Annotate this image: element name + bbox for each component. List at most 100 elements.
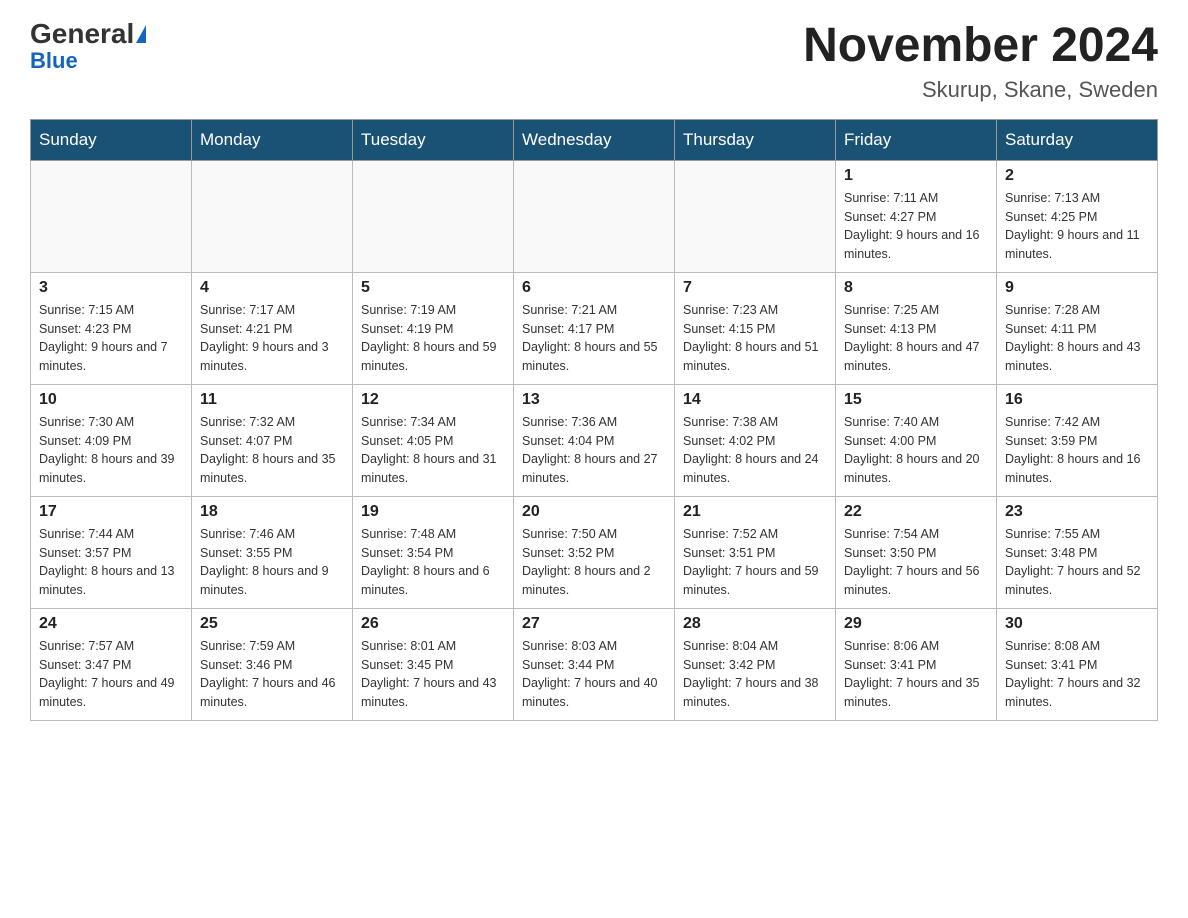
day-number: 20 [522, 503, 666, 521]
day-info: Sunrise: 8:04 AMSunset: 3:42 PMDaylight:… [683, 637, 827, 712]
logo: General Blue [30, 20, 146, 74]
day-number: 16 [1005, 391, 1149, 409]
day-number: 19 [361, 503, 505, 521]
calendar-cell [675, 160, 836, 272]
day-info: Sunrise: 7:59 AMSunset: 3:46 PMDaylight:… [200, 637, 344, 712]
calendar-cell: 19Sunrise: 7:48 AMSunset: 3:54 PMDayligh… [353, 496, 514, 608]
day-number: 2 [1005, 167, 1149, 185]
logo-blue-text: Blue [30, 48, 78, 73]
day-info: Sunrise: 7:46 AMSunset: 3:55 PMDaylight:… [200, 525, 344, 600]
day-info: Sunrise: 7:57 AMSunset: 3:47 PMDaylight:… [39, 637, 183, 712]
week-row-1: 1 Sunrise: 7:11 AMSunset: 4:27 PMDaylight… [31, 160, 1158, 272]
day-number: 4 [200, 279, 344, 297]
calendar-cell: 17 Sunrise: 7:44 AMSunset: 3:57 PMDayligh… [31, 496, 192, 608]
calendar-cell: 23Sunrise: 7:55 AMSunset: 3:48 PMDayligh… [997, 496, 1158, 608]
day-info: Sunrise: 8:01 AMSunset: 3:45 PMDaylight:… [361, 637, 505, 712]
day-number: 10 [39, 391, 183, 409]
calendar-cell: 25 Sunrise: 7:59 AMSunset: 3:46 PMDayligh… [192, 608, 353, 720]
day-info: Sunrise: 7:44 AMSunset: 3:57 PMDaylight:… [39, 525, 183, 600]
day-number: 27 [522, 615, 666, 633]
calendar-title: November 2024 [803, 20, 1158, 73]
day-number: 9 [1005, 279, 1149, 297]
day-info: Sunrise: 8:03 AMSunset: 3:44 PMDaylight:… [522, 637, 666, 712]
calendar-cell: 26 Sunrise: 8:01 AMSunset: 3:45 PMDayligh… [353, 608, 514, 720]
logo-triangle-icon [136, 25, 146, 43]
calendar-cell: 22Sunrise: 7:54 AMSunset: 3:50 PMDayligh… [836, 496, 997, 608]
day-info: Sunrise: 7:36 AMSunset: 4:04 PMDaylight:… [522, 413, 666, 488]
day-number: 28 [683, 615, 827, 633]
calendar-cell [31, 160, 192, 272]
day-info: Sunrise: 7:21 AMSunset: 4:17 PMDaylight:… [522, 301, 666, 376]
calendar-cell: 5Sunrise: 7:19 AMSunset: 4:19 PMDaylight… [353, 272, 514, 384]
calendar-cell: 6 Sunrise: 7:21 AMSunset: 4:17 PMDaylight… [514, 272, 675, 384]
day-number: 6 [522, 279, 666, 297]
day-number: 30 [1005, 615, 1149, 633]
day-info: Sunrise: 7:17 AMSunset: 4:21 PMDaylight:… [200, 301, 344, 376]
calendar-cell: 18 Sunrise: 7:46 AMSunset: 3:55 PMDayligh… [192, 496, 353, 608]
day-number: 17 [39, 503, 183, 521]
calendar-table: SundayMondayTuesdayWednesdayThursdayFrid… [30, 119, 1158, 721]
calendar-cell: 20 Sunrise: 7:50 AMSunset: 3:52 PMDayligh… [514, 496, 675, 608]
week-row-5: 24 Sunrise: 7:57 AMSunset: 3:47 PMDayligh… [31, 608, 1158, 720]
day-info: Sunrise: 7:42 AMSunset: 3:59 PMDaylight:… [1005, 413, 1149, 488]
day-number: 13 [522, 391, 666, 409]
day-number: 11 [200, 391, 344, 409]
calendar-cell [353, 160, 514, 272]
calendar-cell: 15Sunrise: 7:40 AMSunset: 4:00 PMDayligh… [836, 384, 997, 496]
weekday-header-tuesday: Tuesday [353, 119, 514, 160]
calendar-cell: 30 Sunrise: 8:08 AMSunset: 3:41 PMDayligh… [997, 608, 1158, 720]
day-number: 24 [39, 615, 183, 633]
day-number: 18 [200, 503, 344, 521]
day-number: 8 [844, 279, 988, 297]
day-number: 14 [683, 391, 827, 409]
calendar-cell: 27 Sunrise: 8:03 AMSunset: 3:44 PMDayligh… [514, 608, 675, 720]
calendar-cell [514, 160, 675, 272]
calendar-cell: 28 Sunrise: 8:04 AMSunset: 3:42 PMDayligh… [675, 608, 836, 720]
calendar-cell: 11Sunrise: 7:32 AMSunset: 4:07 PMDayligh… [192, 384, 353, 496]
day-info: Sunrise: 7:50 AMSunset: 3:52 PMDaylight:… [522, 525, 666, 600]
day-info: Sunrise: 7:54 AMSunset: 3:50 PMDaylight:… [844, 525, 988, 600]
day-number: 23 [1005, 503, 1149, 521]
logo-general-text: General [30, 20, 134, 48]
calendar-cell: 7 Sunrise: 7:23 AMSunset: 4:15 PMDaylight… [675, 272, 836, 384]
day-info: Sunrise: 7:40 AMSunset: 4:00 PMDaylight:… [844, 413, 988, 488]
calendar-cell: 14 Sunrise: 7:38 AMSunset: 4:02 PMDayligh… [675, 384, 836, 496]
weekday-header-monday: Monday [192, 119, 353, 160]
calendar-cell: 1 Sunrise: 7:11 AMSunset: 4:27 PMDaylight… [836, 160, 997, 272]
calendar-cell: 29 Sunrise: 8:06 AMSunset: 3:41 PMDayligh… [836, 608, 997, 720]
day-number: 7 [683, 279, 827, 297]
day-number: 3 [39, 279, 183, 297]
day-info: Sunrise: 7:19 AMSunset: 4:19 PMDaylight:… [361, 301, 505, 376]
weekday-header-friday: Friday [836, 119, 997, 160]
weekday-header-sunday: Sunday [31, 119, 192, 160]
calendar-cell: 8 Sunrise: 7:25 AMSunset: 4:13 PMDaylight… [836, 272, 997, 384]
weekday-header-thursday: Thursday [675, 119, 836, 160]
calendar-cell: 21Sunrise: 7:52 AMSunset: 3:51 PMDayligh… [675, 496, 836, 608]
day-info: Sunrise: 7:25 AMSunset: 4:13 PMDaylight:… [844, 301, 988, 376]
day-number: 26 [361, 615, 505, 633]
week-row-2: 3Sunrise: 7:15 AMSunset: 4:23 PMDaylight… [31, 272, 1158, 384]
day-number: 1 [844, 167, 988, 185]
page-header: General Blue November 2024 Skurup, Skane… [30, 20, 1158, 103]
calendar-cell: 9 Sunrise: 7:28 AMSunset: 4:11 PMDaylight… [997, 272, 1158, 384]
calendar-cell: 3Sunrise: 7:15 AMSunset: 4:23 PMDaylight… [31, 272, 192, 384]
day-info: Sunrise: 7:38 AMSunset: 4:02 PMDaylight:… [683, 413, 827, 488]
week-row-4: 17 Sunrise: 7:44 AMSunset: 3:57 PMDayligh… [31, 496, 1158, 608]
day-info: Sunrise: 7:28 AMSunset: 4:11 PMDaylight:… [1005, 301, 1149, 376]
day-number: 29 [844, 615, 988, 633]
calendar-cell: 13 Sunrise: 7:36 AMSunset: 4:04 PMDayligh… [514, 384, 675, 496]
calendar-cell: 4 Sunrise: 7:17 AMSunset: 4:21 PMDaylight… [192, 272, 353, 384]
weekday-header-saturday: Saturday [997, 119, 1158, 160]
day-info: Sunrise: 7:34 AMSunset: 4:05 PMDaylight:… [361, 413, 505, 488]
title-section: November 2024 Skurup, Skane, Sweden [803, 20, 1158, 103]
day-info: Sunrise: 7:23 AMSunset: 4:15 PMDaylight:… [683, 301, 827, 376]
day-number: 25 [200, 615, 344, 633]
day-info: Sunrise: 7:30 AMSunset: 4:09 PMDaylight:… [39, 413, 183, 488]
calendar-cell: 2Sunrise: 7:13 AMSunset: 4:25 PMDaylight… [997, 160, 1158, 272]
day-number: 12 [361, 391, 505, 409]
day-info: Sunrise: 7:11 AMSunset: 4:27 PMDaylight:… [844, 189, 988, 264]
calendar-subtitle: Skurup, Skane, Sweden [803, 77, 1158, 103]
weekday-header-row: SundayMondayTuesdayWednesdayThursdayFrid… [31, 119, 1158, 160]
day-info: Sunrise: 8:08 AMSunset: 3:41 PMDaylight:… [1005, 637, 1149, 712]
day-info: Sunrise: 8:06 AMSunset: 3:41 PMDaylight:… [844, 637, 988, 712]
